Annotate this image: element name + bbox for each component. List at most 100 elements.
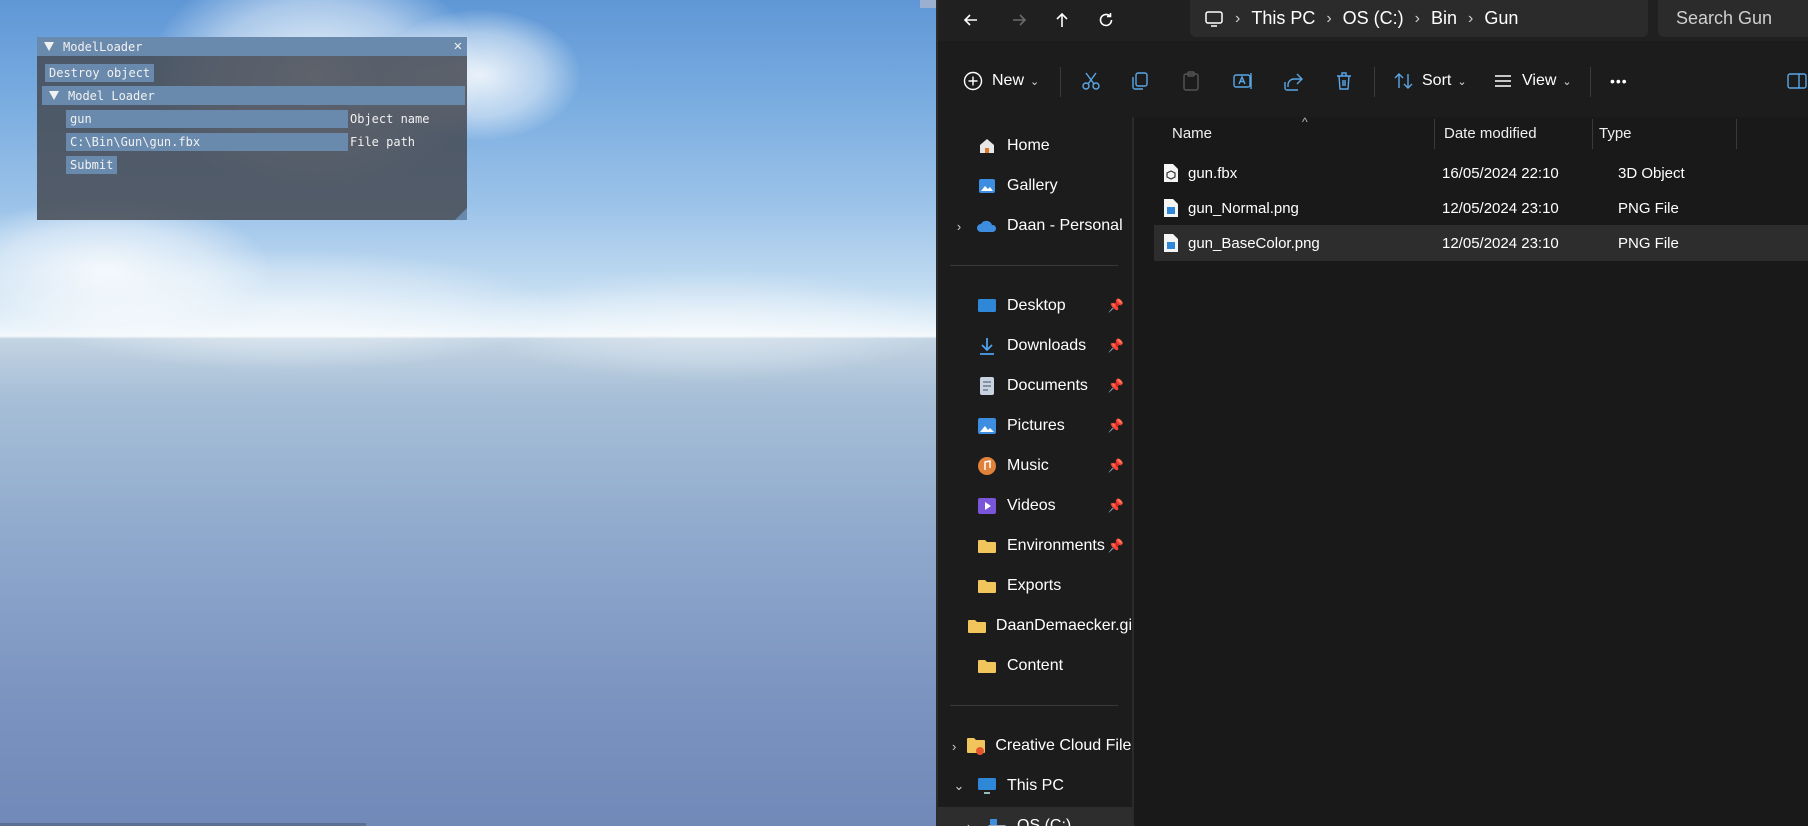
column-header-name[interactable]: Name: [1172, 117, 1212, 151]
window-title-bar[interactable]: ModelLoader ✕: [37, 37, 467, 56]
column-divider[interactable]: [1736, 119, 1737, 149]
folder-icon: [976, 575, 998, 597]
rename-icon: [1233, 73, 1252, 89]
delete-button[interactable]: [1333, 63, 1355, 99]
paste-button[interactable]: [1180, 63, 1202, 99]
more-options-button[interactable]: •••: [1610, 63, 1628, 99]
nav-item-documents[interactable]: Documents 📌: [936, 367, 1132, 405]
plus-circle-icon: [963, 71, 983, 91]
search-input[interactable]: Search Gun: [1658, 0, 1808, 37]
videos-icon: [976, 495, 998, 517]
breadcrumb-this-pc[interactable]: This PC: [1251, 8, 1315, 29]
gallery-icon: [976, 175, 998, 197]
file-path-label: File path: [350, 135, 416, 149]
file-path-input[interactable]: C:\Bin\Gun\gun.fbx: [66, 133, 348, 151]
expand-chevron-icon[interactable]: ›: [962, 819, 976, 826]
pin-icon[interactable]: 📌: [1108, 338, 1124, 354]
object-name-input[interactable]: gun: [66, 110, 348, 128]
divider: [1590, 67, 1591, 97]
nav-item-downloads[interactable]: Downloads 📌: [936, 327, 1132, 365]
breadcrumb-bin[interactable]: Bin: [1431, 8, 1457, 29]
address-bar[interactable]: › This PC › OS (C:) › Bin › Gun: [1190, 0, 1648, 37]
column-header-type[interactable]: Type: [1599, 117, 1632, 151]
collapse-chevron-icon[interactable]: ⌄: [952, 778, 966, 794]
rename-button[interactable]: [1232, 63, 1254, 99]
nav-item-this-pc[interactable]: ⌄ This PC: [936, 767, 1132, 805]
up-button[interactable]: [1047, 6, 1077, 34]
nav-item-label: Desktop: [1007, 297, 1066, 314]
trash-icon: [1337, 72, 1351, 90]
view-button[interactable]: View ⌄: [1492, 63, 1572, 99]
breadcrumb-chevron-icon: ›: [1468, 9, 1474, 27]
pin-icon[interactable]: 📌: [1108, 498, 1124, 514]
details-pane-button[interactable]: [1786, 63, 1808, 99]
nav-item-videos[interactable]: Videos 📌: [936, 487, 1132, 525]
drive-icon: [986, 815, 1008, 826]
breadcrumb-chevron-icon: ›: [1326, 9, 1332, 27]
column-divider[interactable]: [1434, 119, 1435, 149]
close-icon[interactable]: ✕: [454, 38, 462, 54]
documents-icon: [976, 375, 998, 397]
sort-button[interactable]: Sort ⌄: [1393, 63, 1467, 99]
nav-item-home[interactable]: Home: [936, 127, 1132, 165]
nav-item-desktop[interactable]: Desktop 📌: [936, 287, 1132, 325]
window-title: ModelLoader: [63, 39, 143, 54]
window-divider: [936, 0, 938, 826]
nav-item-label: Daan - Personal: [1007, 217, 1123, 234]
pin-icon[interactable]: 📌: [1108, 538, 1124, 554]
cut-button[interactable]: [1080, 63, 1102, 99]
nav-item-os-c[interactable]: › OS (C:): [936, 807, 1142, 826]
modelloader-window[interactable]: ModelLoader ✕ Destroy object Model Loade…: [37, 37, 467, 220]
file-type: PNG File: [1618, 199, 1679, 217]
forward-arrow-icon: [1013, 14, 1027, 26]
nav-item-label: Environments: [1007, 537, 1105, 554]
nav-item-environments[interactable]: Environments 📌: [936, 527, 1132, 565]
nav-item-creative-cloud[interactable]: › Creative Cloud Files: [936, 727, 1132, 765]
pin-icon[interactable]: 📌: [1108, 298, 1124, 314]
back-button[interactable]: [956, 6, 986, 34]
clipboard-icon: [1183, 71, 1199, 91]
forward-button[interactable]: [1004, 6, 1034, 34]
pin-icon[interactable]: 📌: [1108, 378, 1124, 394]
column-header-date[interactable]: Date modified: [1444, 117, 1537, 151]
expand-chevron-icon[interactable]: ›: [952, 219, 966, 234]
destroy-object-button[interactable]: Destroy object: [45, 64, 155, 82]
nav-item-pictures[interactable]: Pictures 📌: [936, 407, 1132, 445]
chevron-down-icon: ⌄: [1030, 75, 1040, 88]
model-loader-section-header[interactable]: Model Loader: [42, 86, 465, 105]
view-list-icon: [1495, 75, 1511, 87]
new-label: New: [992, 72, 1025, 89]
refresh-button[interactable]: [1091, 6, 1121, 34]
section-header-label: Model Loader: [68, 88, 155, 103]
breadcrumb-chevron-icon: ›: [1414, 9, 1420, 27]
cloud: [30, 250, 550, 370]
nav-item-daan-personal[interactable]: › Daan - Personal: [936, 207, 1132, 245]
breadcrumb-gun[interactable]: Gun: [1484, 8, 1518, 29]
new-button[interactable]: New ⌄: [962, 63, 1039, 99]
file-row[interactable]: gun_Normal.png 12/05/2024 23:10 PNG File: [1154, 190, 1808, 226]
pin-icon[interactable]: 📌: [1108, 458, 1124, 474]
collapse-triangle-icon[interactable]: [49, 91, 59, 100]
creative-cloud-icon: [966, 735, 986, 757]
resize-grip[interactable]: [455, 208, 467, 220]
breadcrumb-os-c[interactable]: OS (C:): [1343, 8, 1404, 29]
file-row[interactable]: gun.fbx 16/05/2024 22:10 3D Object: [1154, 155, 1808, 191]
expand-chevron-icon[interactable]: ›: [952, 739, 956, 754]
file-row-selected[interactable]: gun_BaseColor.png 12/05/2024 23:10 PNG F…: [1154, 225, 1808, 261]
submit-button[interactable]: Submit: [66, 156, 118, 174]
3d-viewport[interactable]: ModelLoader ✕ Destroy object Model Loade…: [0, 0, 936, 826]
back-arrow-icon: [963, 14, 977, 26]
nav-item-gallery[interactable]: Gallery: [936, 167, 1132, 205]
file-type: PNG File: [1618, 234, 1679, 252]
pin-icon[interactable]: 📌: [1108, 418, 1124, 434]
nav-item-daandemaecker[interactable]: DaanDemaecker.gi: [936, 607, 1132, 645]
nav-item-music[interactable]: Music 📌: [936, 447, 1132, 485]
nav-item-exports[interactable]: Exports: [936, 567, 1132, 605]
collapse-triangle-icon[interactable]: [44, 42, 54, 51]
home-icon: [976, 135, 998, 157]
share-button[interactable]: [1282, 63, 1304, 99]
nav-item-content[interactable]: Content: [936, 647, 1132, 685]
copy-button[interactable]: [1129, 63, 1151, 99]
column-divider[interactable]: [1592, 119, 1593, 149]
file-explorer-window[interactable]: › This PC › OS (C:) › Bin › Gun Search G…: [936, 0, 1808, 826]
